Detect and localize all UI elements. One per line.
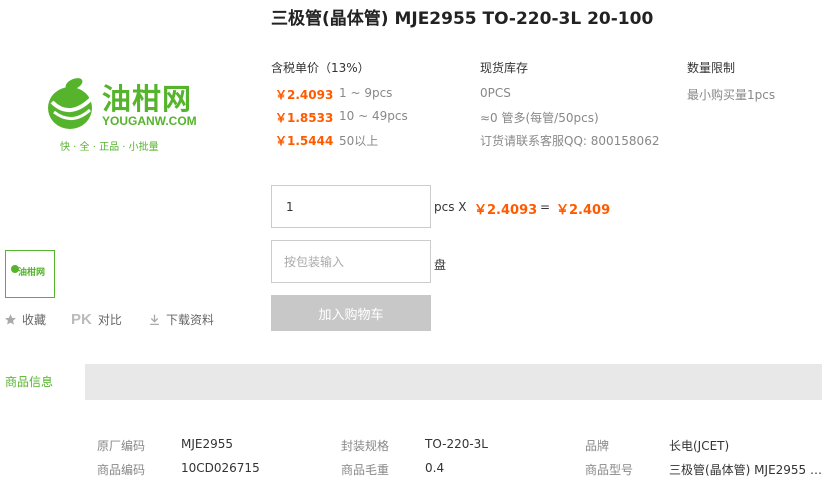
tier-range: 1 ~ 9pcs: [339, 86, 393, 100]
attr-key: 封装规格: [341, 439, 390, 453]
pk-icon: PK: [71, 311, 92, 328]
stock-column-header: 现货库存: [480, 61, 529, 75]
quantity-unit: pcs X: [434, 200, 467, 214]
product-thumbnail[interactable]: 油柑网: [5, 250, 55, 298]
total-price: ￥2.409: [556, 203, 611, 218]
limit-column-header: 数量限制: [687, 61, 736, 75]
tier-range: 10 ~ 49pcs: [339, 109, 408, 123]
attr-value: 三极管(晶体管) MJE2955 T...: [669, 463, 822, 477]
package-unit: 盘: [434, 258, 447, 272]
thumbnail-logo-text: 油柑网: [18, 268, 46, 278]
attr-key: 商品编码: [97, 463, 146, 477]
tab-product-info[interactable]: 商品信息: [0, 364, 85, 400]
download-icon: [150, 314, 159, 326]
favorite-button[interactable]: 收藏: [4, 311, 46, 328]
compare-button[interactable]: PK 对比: [71, 311, 122, 328]
attr-key: 商品型号: [585, 463, 634, 477]
compare-label: 对比: [97, 313, 122, 327]
attr-key: 商品毛重: [341, 463, 390, 477]
add-to-cart-button[interactable]: 加入购物车: [271, 295, 431, 331]
product-title: 三极管(晶体管) MJE2955 TO-220-3L 20-100: [271, 9, 654, 29]
attr-value: 0.4: [425, 461, 445, 475]
min-purchase: 最小购买量1pcs: [687, 88, 776, 102]
site-logo[interactable]: 油柑网 YOUGANW.COM 快 · 全 · 正品 · 小批量: [44, 70, 204, 160]
tier-price: ￥2.4093: [275, 88, 334, 102]
equals-sign: =: [540, 200, 551, 214]
tier-price: ￥1.8533: [275, 111, 334, 125]
download-datasheet-button[interactable]: 下载资料: [148, 311, 214, 328]
logo-text-cn: 油柑网: [102, 82, 193, 116]
attr-value: 10CD026715: [181, 461, 260, 475]
logo-slogan: 快 · 全 · 正品 · 小批量: [60, 142, 159, 153]
detail-tabbar: 商品信息: [0, 364, 822, 400]
attr-value: 长电(JCET): [669, 439, 730, 453]
package-quantity-input[interactable]: [271, 240, 431, 283]
attr-key: 原厂编码: [97, 439, 146, 453]
stock-quantity: 0PCS: [480, 86, 511, 100]
tier-range: 50以上: [339, 134, 379, 148]
attr-key: 品牌: [585, 439, 610, 453]
logo-globe-icon: [48, 78, 94, 129]
star-icon: [5, 314, 16, 325]
unit-price: ￥2.4093: [474, 203, 538, 218]
favorite-label: 收藏: [22, 313, 47, 327]
logo-text-en: YOUGANW.COM: [102, 114, 197, 128]
price-column-header: 含税单价（13%）: [271, 61, 370, 75]
download-label: 下载资料: [166, 313, 215, 327]
stock-tubes: ≈0 管多(每管/50pcs): [480, 111, 599, 125]
quantity-input[interactable]: [271, 185, 431, 228]
stock-contact: 订货请联系客服QQ: 800158062: [480, 134, 660, 148]
attr-value: MJE2955: [181, 437, 234, 451]
tier-price: ￥1.5444: [275, 134, 334, 148]
product-actions: 收藏 PK 对比 下载资料: [4, 311, 234, 329]
attr-value: TO-220-3L: [425, 437, 488, 451]
